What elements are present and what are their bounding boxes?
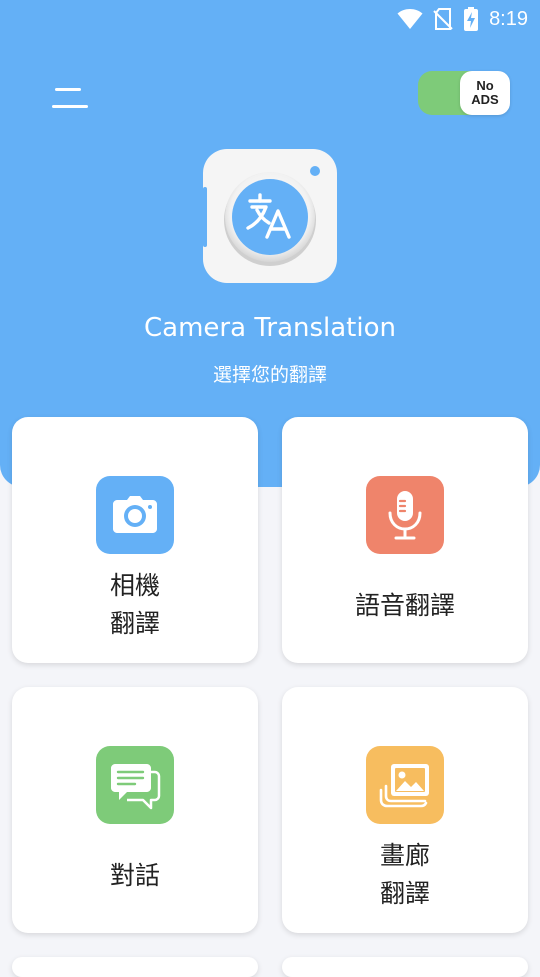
voice-translate-label: 語音翻譯 [354,591,455,620]
subtitle: 選擇您的翻譯 [212,364,327,386]
voice-translate-card[interactable]: 語音翻譯 [282,417,528,663]
microphone-icon [366,476,444,554]
wifi-icon [397,9,423,29]
no-ads-toggle-knob: No ADS [460,71,510,115]
camera-translate-card[interactable]: 相機 翻譯 [12,417,258,663]
status-bar: 8:19 [397,4,528,34]
gallery-translate-label: 畫廊 翻譯 [379,841,430,908]
battery-charging-icon [464,7,479,31]
no-sim-icon [433,8,453,30]
menu-icon[interactable] [48,82,94,114]
clock: 8:19 [489,7,528,30]
partial-card-right[interactable] [282,957,528,977]
partial-card-left[interactable] [12,957,258,977]
conversation-label: 對話 [109,861,160,890]
conversation-card[interactable]: 對話 [12,687,258,933]
chat-icon [96,746,174,824]
camera-icon [96,476,174,554]
gallery-icon [366,746,444,824]
camera-translate-label: 相機 翻譯 [109,571,160,638]
no-ads-label-ads: ADS [471,92,499,107]
gallery-translate-card[interactable]: 畫廊 翻譯 [282,687,528,933]
no-ads-toggle[interactable]: No ADS [418,71,510,115]
no-ads-label-no: No [476,78,494,93]
app-logo-translate-icon [203,149,337,283]
app-title: Camera Translation [144,313,396,343]
